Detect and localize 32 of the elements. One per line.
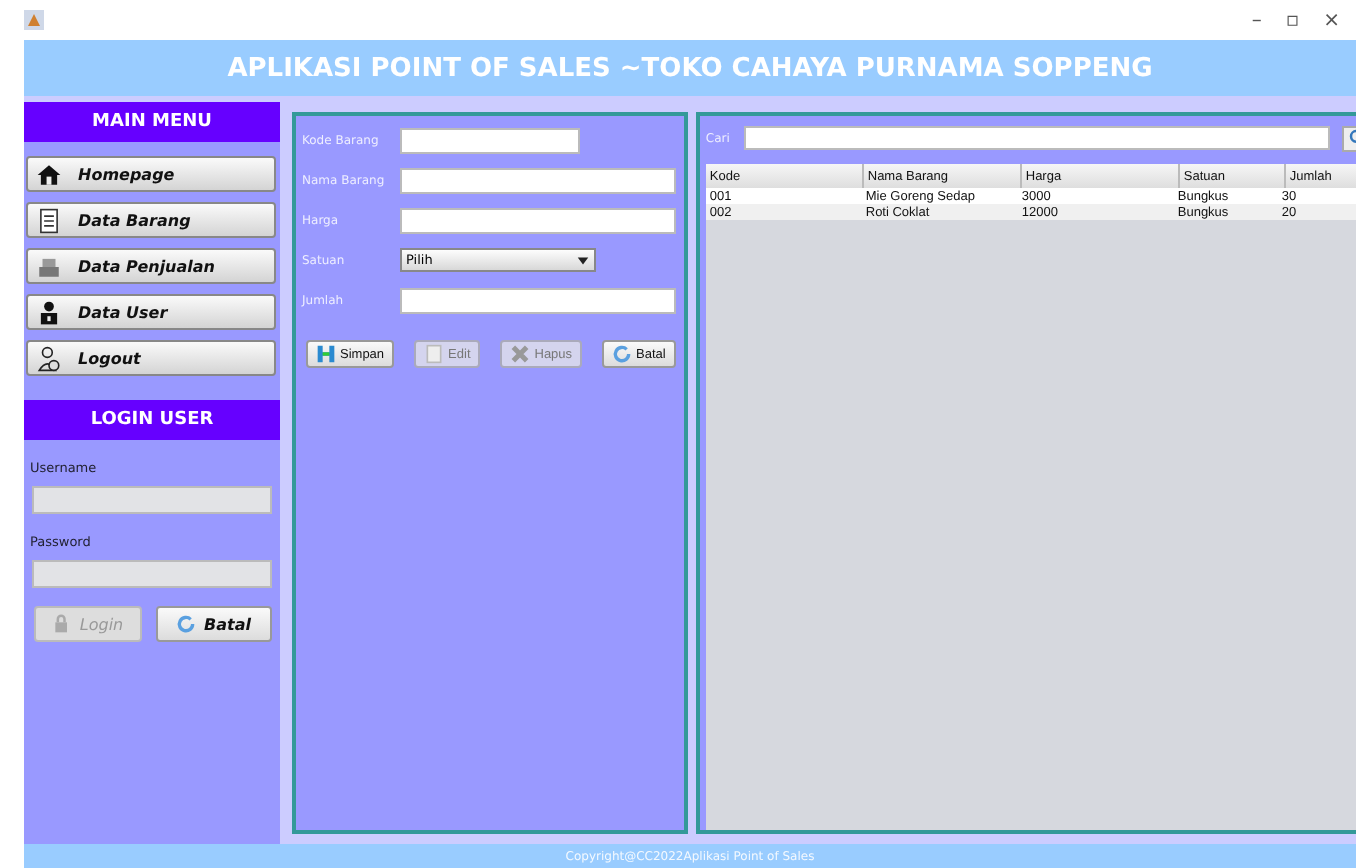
search-field[interactable] xyxy=(743,126,1330,150)
window-control[interactable]: – xyxy=(1251,9,1262,31)
menu-button[interactable]: Data Penjualan xyxy=(26,248,276,284)
section-header: LOGIN USER xyxy=(24,400,280,440)
document-icon xyxy=(36,207,62,233)
h-shape-icon xyxy=(316,344,336,364)
username-field[interactable] xyxy=(32,486,272,514)
dropdown-arrow-icon xyxy=(576,253,590,267)
person-icon xyxy=(36,299,62,325)
menu-button[interactable]: Homepage xyxy=(26,156,276,192)
menu-button[interactable]: Data Barang xyxy=(26,202,276,238)
input-field[interactable] xyxy=(400,167,676,193)
cash-register-icon xyxy=(36,253,62,279)
password-field[interactable] xyxy=(32,560,272,588)
refresh-icon xyxy=(612,344,633,364)
section-header: MAIN MENU xyxy=(24,102,280,142)
window-control[interactable]: ▫ xyxy=(1285,9,1300,31)
menu-button[interactable]: Logout xyxy=(26,340,276,376)
input-field[interactable] xyxy=(400,127,580,153)
person-icon xyxy=(36,345,62,371)
lock-icon xyxy=(51,614,72,634)
window-control[interactable]: × xyxy=(1323,9,1340,31)
refresh-icon xyxy=(176,614,197,634)
input-field[interactable] xyxy=(400,207,676,233)
app-title: APLIKASI POINT OF SALES ~TOKO CAHAYA PURNAMA SOPPENG xyxy=(227,53,1153,83)
menu-button[interactable]: Data User xyxy=(26,294,276,330)
app-icon xyxy=(24,10,44,30)
x-icon xyxy=(510,344,531,364)
cancel-button[interactable]: Batal xyxy=(155,606,272,642)
house-icon xyxy=(36,161,62,187)
document-icon xyxy=(424,344,445,364)
input-field[interactable] xyxy=(400,287,676,313)
